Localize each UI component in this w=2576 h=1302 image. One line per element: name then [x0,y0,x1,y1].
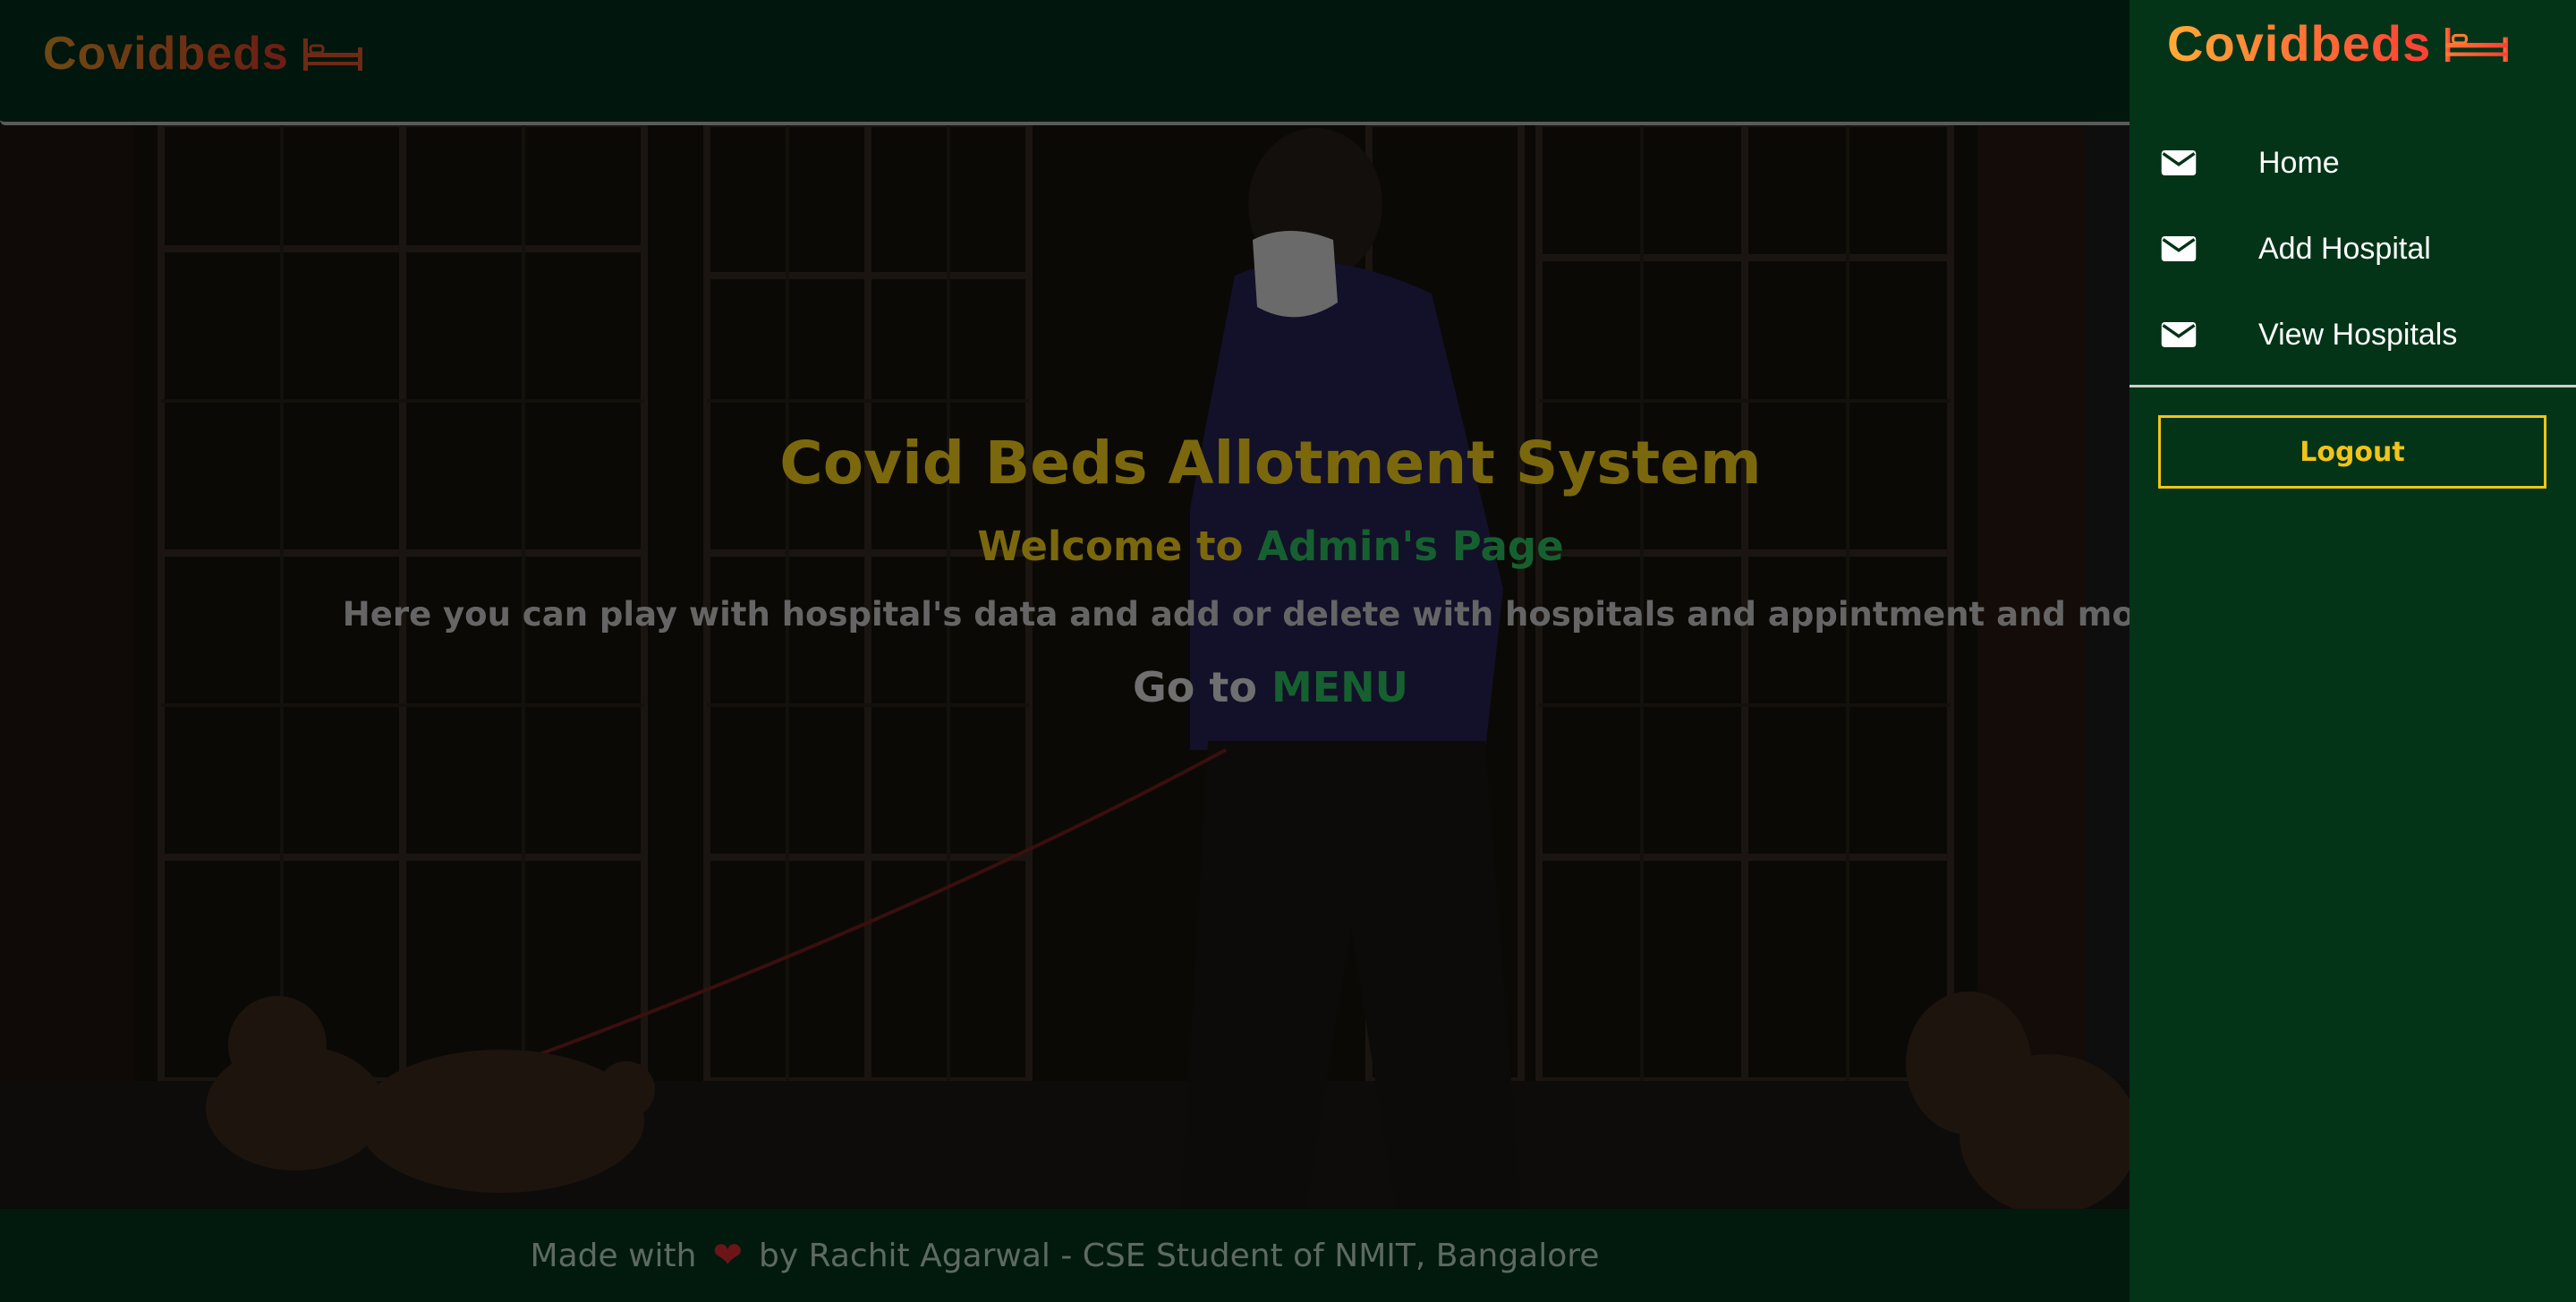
navbar-brand[interactable]: Covidbeds [43,27,364,81]
sidebar-item-add-hospital[interactable]: Add Hospital [2130,206,2576,292]
sidebar-item-label: View Hospitals [2258,317,2458,352]
goto-menu-line: Go to MENU [0,651,2130,723]
footer-made-with: Made with [530,1237,697,1274]
brand-name: Covidbeds [43,28,289,80]
menu-link[interactable]: MENU [1271,663,1408,711]
sidebar-item-label: Add Hospital [2258,231,2431,266]
hero-description: Here you can play with hospital's data a… [342,595,2130,634]
footer-credit: by Rachit Agarwal - CSE Student of NMIT,… [759,1237,1600,1274]
heart-icon: ❤ [712,1235,744,1276]
bed-icon [302,38,362,71]
welcome-heading: Welcome to Admin's Page [0,515,2130,578]
sidebar-brand[interactable]: Covidbeds [2167,14,2510,72]
page-title: Covid Beds Allotment System [779,429,1762,498]
mail-icon [2161,322,2197,347]
footer: Made with ❤ by Rachit Agarwal - CSE Stud… [0,1209,2130,1302]
mail-icon [2161,236,2197,261]
mail-icon [2161,150,2197,175]
sidebar-menu: Covidbeds Home Add Hospital View Hospita… [2130,0,2576,1302]
sidebar-brand-name: Covidbeds [2167,15,2432,72]
sidebar-item-view-hospitals[interactable]: View Hospitals [2130,292,2576,378]
main-area: Covidbeds Covid Beds Allotment System We… [0,0,2130,1302]
welcome-prefix: Welcome to [977,523,1244,570]
sidebar-item-label: Home [2258,145,2340,180]
welcome-accent: Admin's Page [1257,523,1564,570]
app-root: Covidbeds Covid Beds Allotment System We… [0,0,2576,1302]
goto-prefix: Go to [1132,663,1257,711]
sidebar-item-home[interactable]: Home [2130,120,2576,206]
sidebar-nav: Home Add Hospital View Hospitals [2130,120,2576,378]
sidebar-divider [2130,385,2576,387]
hero-section: Covid Beds Allotment System Welcome to A… [0,421,2130,723]
top-navbar: Covidbeds [0,0,2130,125]
bed-icon [2445,27,2509,62]
logout-button[interactable]: Logout [2158,415,2546,489]
